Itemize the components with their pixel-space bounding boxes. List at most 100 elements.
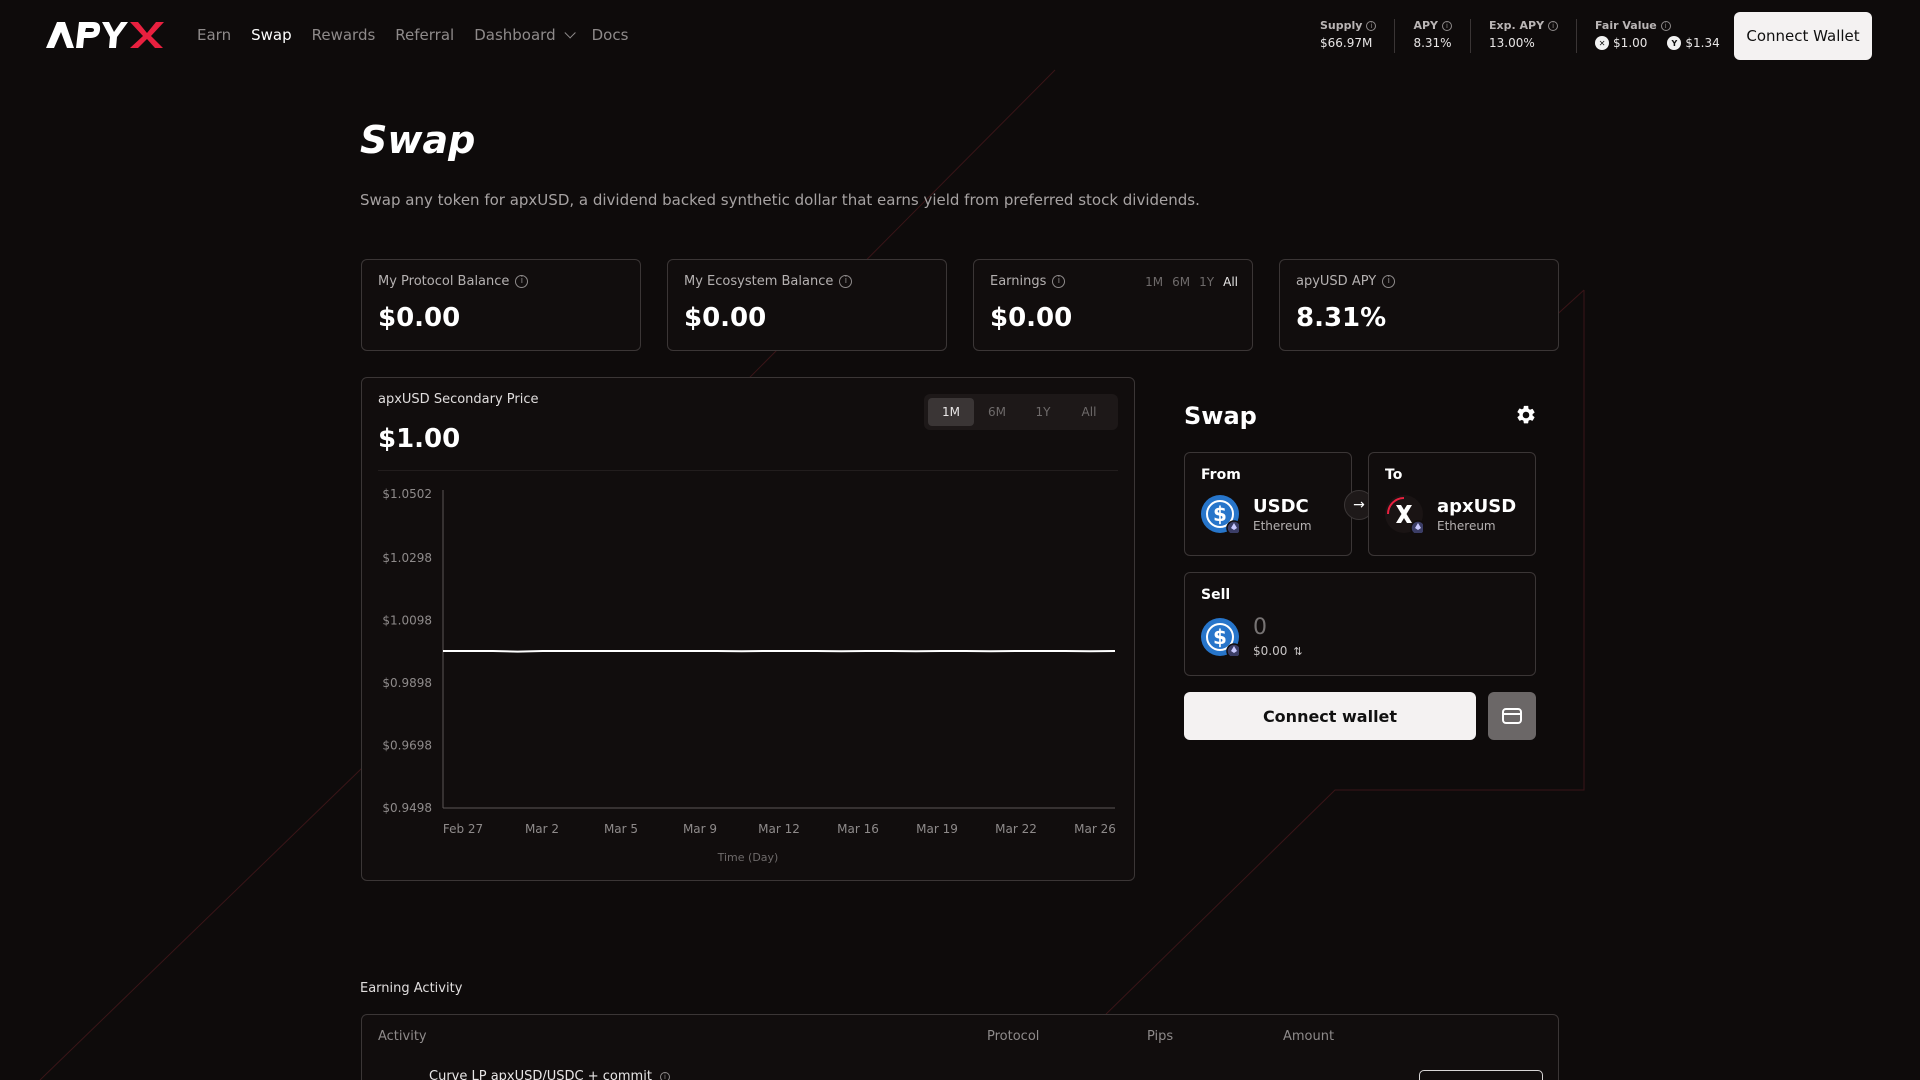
column-header-amount: Amount [1283,1029,1335,1044]
protocol-stats: Supply i $66.97M APY i 8.31% Exp. APY i 13.… [1320,19,1738,53]
svg-text:$: $ [1213,502,1227,526]
connect-wallet-button[interactable]: Connect Wallet [1734,12,1872,60]
column-header-protocol: Protocol [987,1029,1040,1044]
row-action-button[interactable] [1419,1070,1543,1080]
card-apy: apyUSD APY i 8.31% [1279,259,1559,351]
page-subtitle: Swap any token for apxUSD, a dividend ba… [360,191,1200,209]
nav-docs[interactable]: Docs [592,26,629,44]
chart-y-tick-label: $1.0298 [382,551,432,565]
nav-earn[interactable]: Earn [197,26,231,44]
page-title: Swap [360,118,476,162]
apy-coin-icon: Y [1667,36,1682,50]
swap-from-token[interactable]: From $ USDC Ethereum [1184,452,1352,556]
nav-dashboard-label: Dashboard [474,26,556,44]
chart-y-tick-label: $1.0502 [382,487,432,501]
table-row: Curve LP apxUSD/USDC + commit i [429,1069,670,1080]
info-icon[interactable]: i [515,275,529,288]
price-chart: $1.0502 $1.0298 $1.0098 $0.9898 $0.9698 $0.94… [382,487,1116,864]
chart-y-tick-label: $0.9698 [382,738,432,752]
card-protocol-balance: My Protocol Balance i $0.00 [361,259,641,351]
chevron-down-icon [564,27,576,39]
apx-coin-icon: ✕ [1595,36,1610,50]
info-icon[interactable]: i [1052,275,1066,288]
nav-dashboard[interactable]: Dashboard [474,26,576,44]
price-chart-panel: apxUSD Secondary Price $1.00 1M 6M 1Y Al… [361,377,1135,881]
info-icon[interactable]: i [1660,20,1671,31]
to-token-name: apxUSD [1437,495,1517,517]
chart-series-line [443,650,1116,653]
toggle-currency-icon[interactable]: ⇅ [1293,645,1302,658]
apxusd-token-icon [1385,495,1426,536]
column-header-pips: Pips [1147,1029,1174,1044]
earnings-range-tabs: 1M 6M 1Y All [1145,275,1238,289]
swap-to-token[interactable]: To apxUSD Ethereum [1368,452,1536,556]
stat-supply-value: $66.97M [1320,36,1373,50]
svg-text:$: $ [1213,625,1227,649]
stat-exp-apy-value: 13.00% [1489,36,1535,50]
range-6m[interactable]: 6M [1172,275,1190,289]
to-token-chain: Ethereum [1437,518,1496,533]
card-label: apyUSD APY [1296,274,1377,289]
sell-amount-box: Sell $ 0 $0.00 ⇅ [1184,572,1536,676]
from-token-name: USDC [1253,495,1309,517]
column-header-activity: Activity [378,1029,427,1044]
fair-value-y: $1.34 [1685,36,1720,50]
info-icon[interactable]: i [659,1071,670,1080]
main-nav: Earn Swap Rewards Referral Dashboard Doc… [197,26,648,44]
nav-rewards[interactable]: Rewards [312,26,376,44]
chart-x-tick-label: Mar 2 [525,822,559,836]
card-label: Earnings [990,274,1047,289]
range-all[interactable]: All [1223,275,1238,289]
card-label: My Protocol Balance [378,274,510,289]
info-icon[interactable]: i [1366,20,1377,31]
sell-amount-input[interactable]: 0 [1253,615,1303,640]
card-ecosystem-balance: My Ecosystem Balance i $0.00 [667,259,947,351]
apyx-logo[interactable] [46,20,164,50]
range-1y[interactable]: 1Y [1199,275,1214,289]
wallet-icon[interactable] [1488,692,1536,740]
card-earnings: Earnings i 1M 6M 1Y All $0.00 [973,259,1253,351]
usdc-token-icon[interactable]: $ [1201,617,1242,659]
card-value: $0.00 [990,303,1073,333]
chart-x-tick-label: Mar 12 [758,822,800,836]
earning-activity-title: Earning Activity [360,981,463,996]
chart-y-tick-label: $0.9898 [382,676,432,690]
card-value: $0.00 [378,303,461,333]
stat-supply-label: Supply [1320,19,1363,32]
stat-fair-value: Fair Value i ✕ $1.00 Y $1.34 [1576,19,1738,53]
nav-referral[interactable]: Referral [395,26,454,44]
info-icon[interactable]: i [1382,275,1396,288]
swap-connect-wallet-button[interactable]: Connect wallet [1184,692,1476,740]
card-value: $0.00 [684,303,767,333]
stat-exp-apy-label: Exp. APY [1489,19,1545,32]
to-label: To [1385,467,1403,483]
info-icon[interactable]: i [839,275,853,288]
stat-apy-label: APY [1413,19,1438,32]
stat-exp-apy: Exp. APY i 13.00% [1470,19,1576,53]
nav-swap[interactable]: Swap [251,26,292,44]
range-1m[interactable]: 1M [1145,275,1163,289]
settings-gear-icon[interactable] [1515,404,1537,426]
stat-fair-value-label: Fair Value [1595,19,1657,32]
info-icon[interactable]: i [1442,20,1452,31]
chart-x-tick-label: Mar 26 [1074,822,1116,836]
from-token-chain: Ethereum [1253,518,1312,533]
from-label: From [1201,467,1241,483]
card-value: 8.31% [1296,303,1387,333]
balance-cards: My Protocol Balance i $0.00 My Ecosystem … [361,259,1559,351]
usdc-token-icon: $ [1201,495,1242,536]
stat-apy-value: 8.31% [1413,36,1452,50]
earning-activity-table: Activity Protocol Pips Amount Curve LP a… [361,1014,1559,1080]
card-label: My Ecosystem Balance [684,274,834,289]
chart-x-tick-label: Feb 27 [443,822,483,836]
chart-x-tick-label: Mar 16 [837,822,879,836]
sell-usd-value: $0.00 [1253,644,1288,658]
sell-label: Sell [1201,587,1231,603]
stat-supply: Supply i $66.97M [1320,19,1394,53]
chart-x-tick-label: Mar 19 [916,822,958,836]
chart-y-tick-label: $1.0098 [382,613,432,627]
info-icon[interactable]: i [1548,20,1559,31]
stat-apy: APY i 8.31% [1394,19,1470,53]
chart-x-axis-label: Time (Day) [717,851,779,864]
chart-x-tick-label: Mar 5 [604,822,638,836]
